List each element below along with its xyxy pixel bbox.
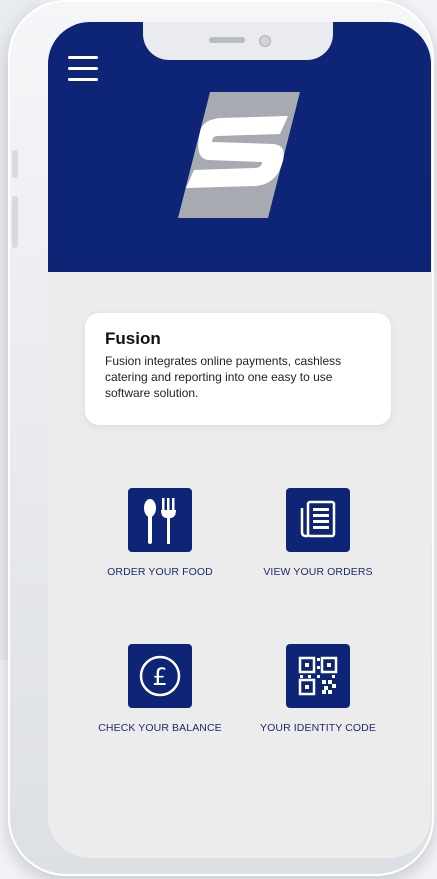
speaker-grill — [209, 37, 245, 43]
phone-frame: Fusion Fusion integrates online payments… — [8, 0, 434, 876]
check-balance-button[interactable]: £ CHECK YOUR BALANCE — [85, 644, 235, 734]
card-title: Fusion — [105, 329, 161, 348]
svg-text:£: £ — [152, 663, 167, 691]
view-orders-button[interactable]: VIEW YOUR ORDERS — [243, 488, 393, 578]
cutlery-icon — [128, 488, 192, 552]
phone-notch — [143, 22, 333, 60]
view-orders-label: VIEW YOUR ORDERS — [263, 566, 373, 578]
card-description: Fusion integrates online payments, cashl… — [105, 354, 342, 400]
side-button — [12, 196, 18, 248]
order-food-label: ORDER YOUR FOOD — [107, 566, 213, 578]
fusion-logo-icon — [178, 92, 300, 218]
order-food-button[interactable]: ORDER YOUR FOOD — [85, 488, 235, 578]
app-screen: Fusion Fusion integrates online payments… — [48, 22, 431, 858]
info-card: Fusion Fusion integrates online payments… — [85, 313, 391, 425]
identity-code-label: YOUR IDENTITY CODE — [260, 722, 376, 734]
document-list-icon — [286, 488, 350, 552]
pound-coin-icon: £ — [128, 644, 192, 708]
front-camera — [259, 35, 271, 47]
check-balance-label: CHECK YOUR BALANCE — [98, 722, 222, 734]
hamburger-menu-icon[interactable] — [68, 54, 104, 84]
identity-code-button[interactable]: YOUR IDENTITY CODE — [243, 644, 393, 734]
side-button — [12, 150, 18, 178]
qr-code-icon — [286, 644, 350, 708]
